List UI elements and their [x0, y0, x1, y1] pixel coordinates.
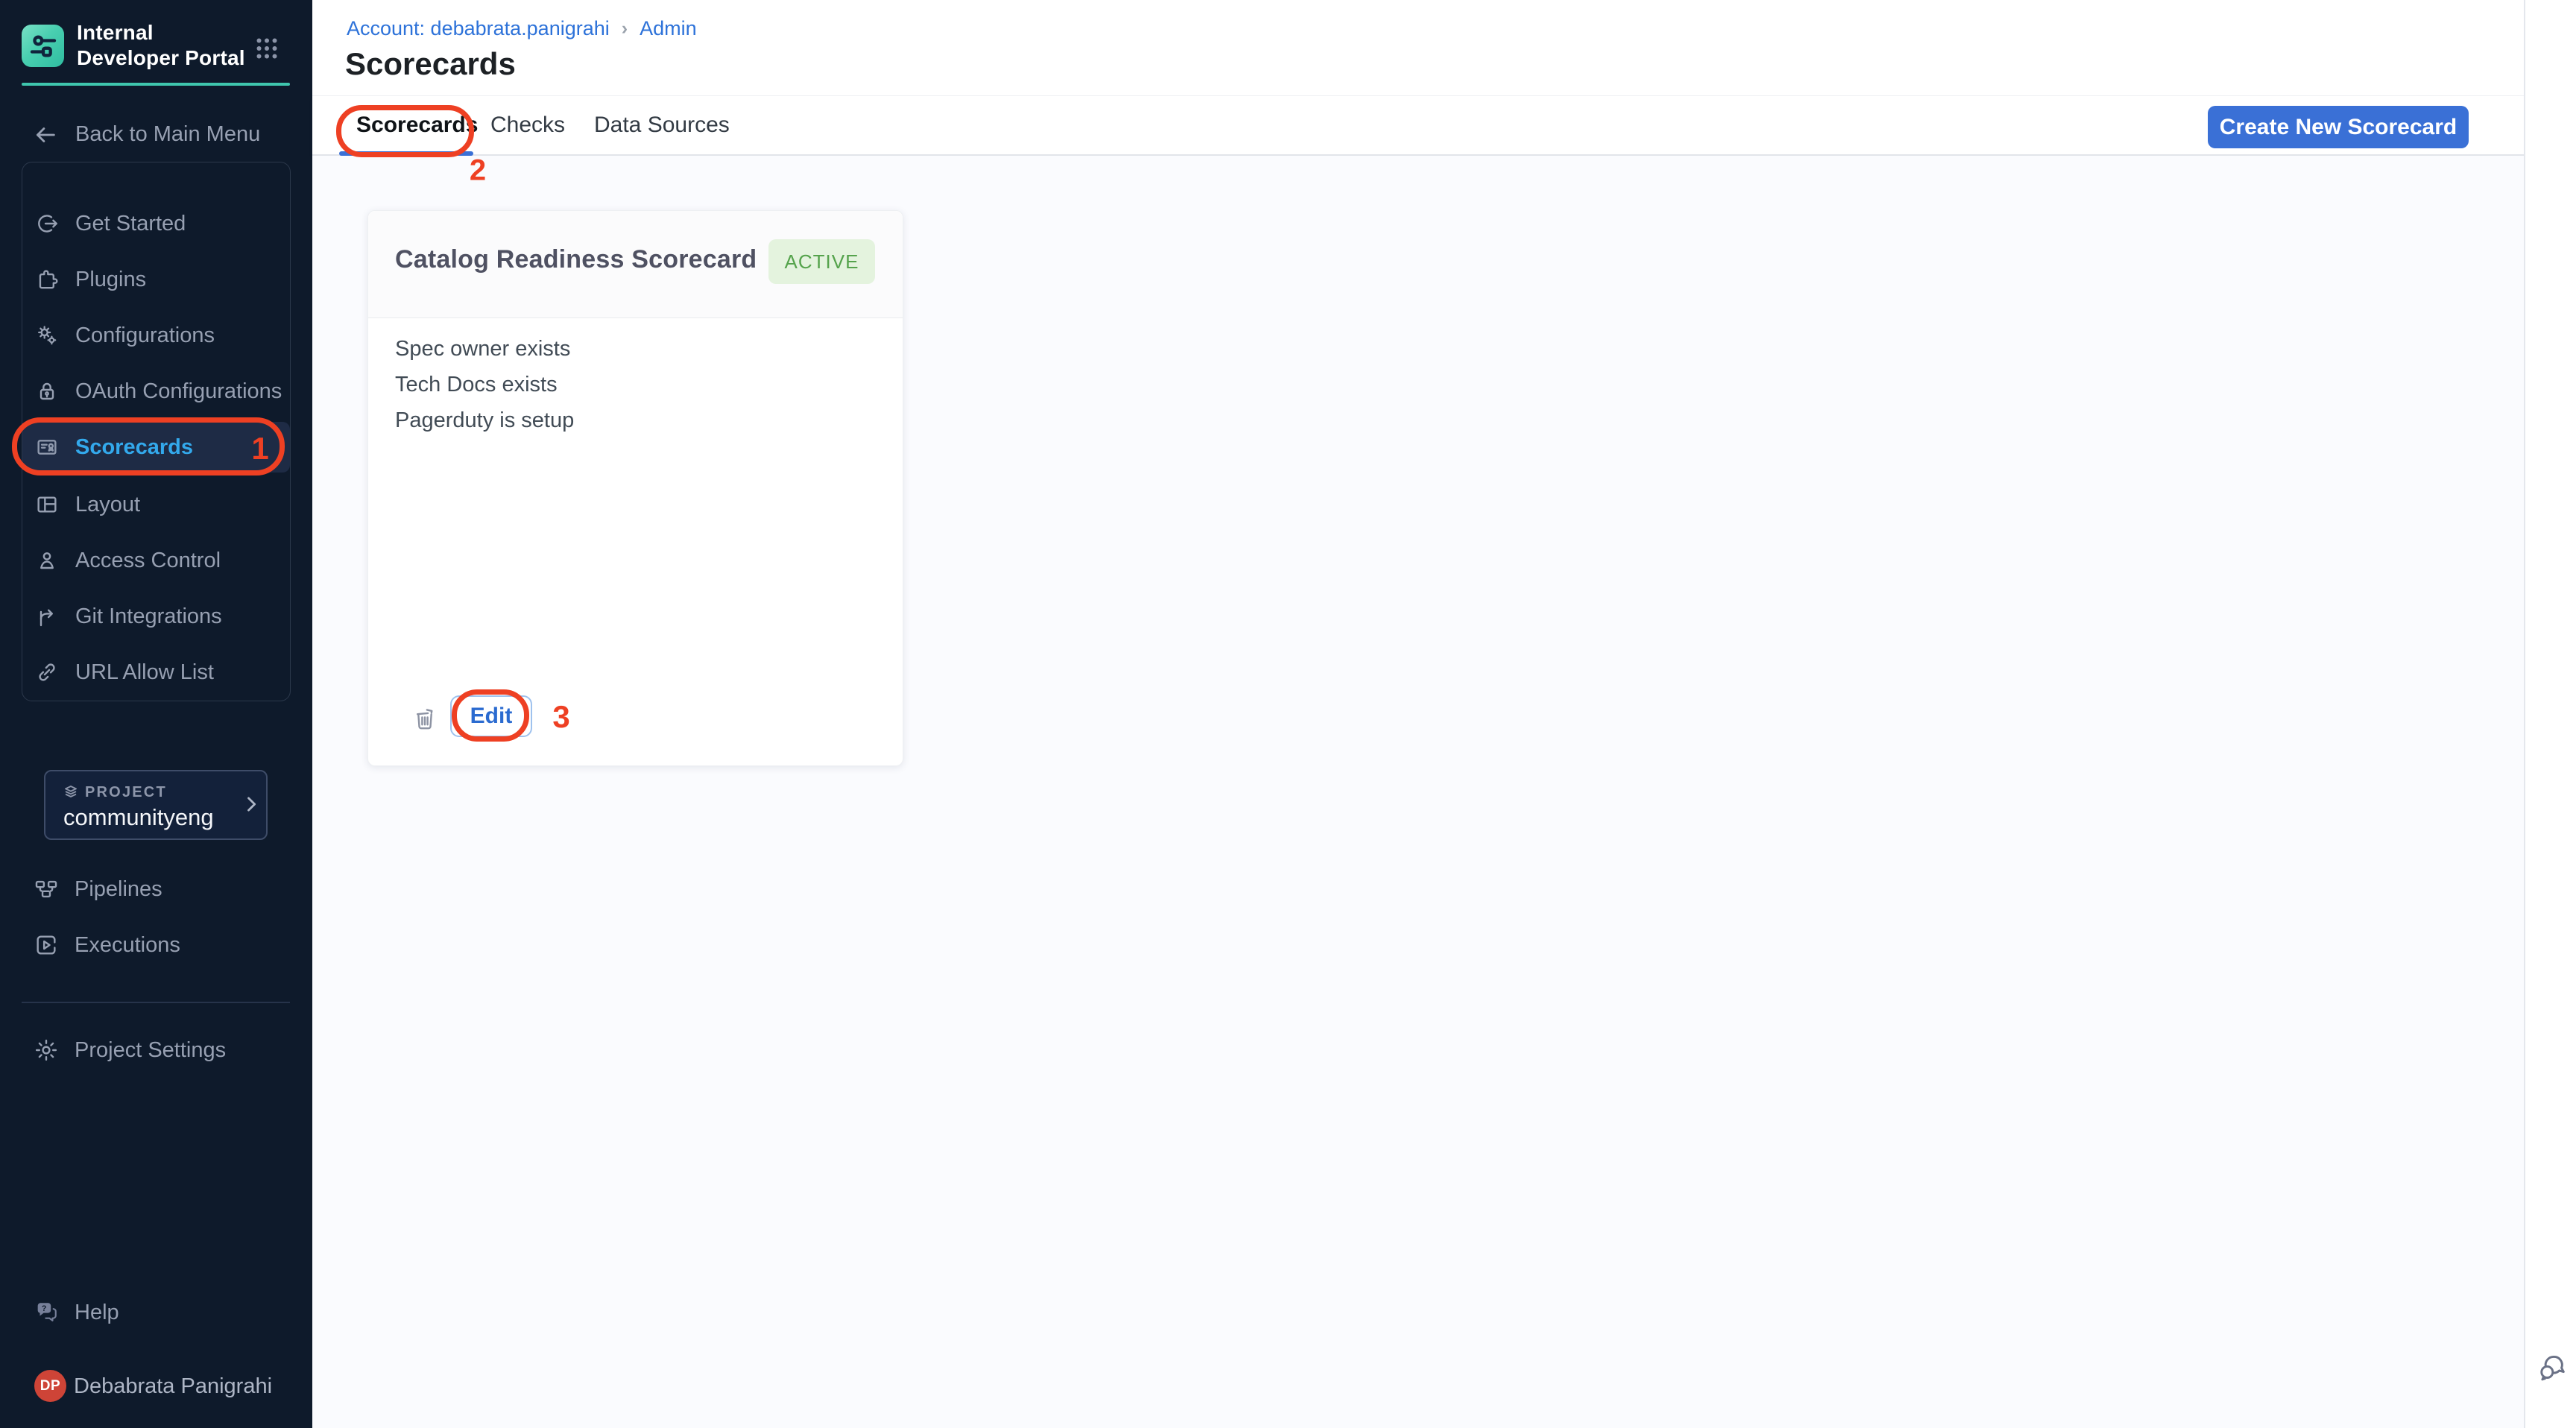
- trash-icon: [411, 705, 438, 732]
- executions-play-icon: [34, 932, 59, 958]
- breadcrumb-account-link[interactable]: Account: debabrata.panigrahi: [347, 17, 610, 40]
- back-to-main-menu-label: Back to Main Menu: [75, 122, 260, 147]
- oauth-lock-icon: [34, 379, 60, 404]
- sidebar-item-configurations[interactable]: Configurations: [22, 308, 290, 363]
- sidebar-item-executions[interactable]: Executions: [22, 917, 289, 973]
- sidebar-item-label: Configurations: [75, 323, 215, 348]
- brand-divider: [22, 83, 290, 86]
- layout-icon: [34, 492, 60, 517]
- tab-data-sources[interactable]: Data Sources: [594, 96, 730, 154]
- create-new-scorecard-button[interactable]: Create New Scorecard: [2208, 106, 2469, 148]
- page-header: Account: debabrata.panigrahi › Admin Sco…: [312, 0, 2524, 96]
- app-window: Internal Developer Portal Back to Main M…: [0, 0, 2576, 1428]
- project-selector-label: PROJECT: [85, 784, 167, 801]
- check-item: Tech Docs exists: [395, 372, 574, 397]
- idp-logo-icon: [22, 25, 64, 67]
- arrow-left-icon: [33, 122, 58, 148]
- plugins-icon: [34, 267, 60, 292]
- check-item: Spec owner exists: [395, 336, 574, 361]
- sidebar-item-label: Git Integrations: [75, 604, 222, 629]
- sidebar-item-label: Executions: [75, 933, 180, 958]
- tab-label: Data Sources: [594, 113, 730, 138]
- delete-scorecard-button[interactable]: [410, 704, 440, 734]
- sidebar-item-pipelines[interactable]: Pipelines: [22, 862, 289, 917]
- sidebar-item-help[interactable]: ? Help: [22, 1285, 289, 1340]
- git-branch-icon: [34, 604, 60, 629]
- project-name: communityeng: [63, 804, 214, 831]
- grid-dots-icon[interactable]: [253, 35, 280, 62]
- tab-checks[interactable]: Checks: [490, 96, 565, 154]
- content-area: Catalog Readiness Scorecard ACTIVE Spec …: [312, 156, 2524, 1428]
- project-selector[interactable]: PROJECT communityeng: [44, 770, 268, 840]
- sidebar-item-label: Help: [75, 1301, 119, 1325]
- access-control-user-icon: [34, 548, 60, 573]
- sidebar-item-label: URL Allow List: [75, 660, 214, 685]
- chevron-right-icon: [241, 794, 262, 815]
- back-to-main-menu[interactable]: Back to Main Menu: [22, 118, 290, 151]
- scorecard-title: Catalog Readiness Scorecard: [395, 245, 757, 274]
- sidebar-item-label: OAuth Configurations: [75, 379, 282, 404]
- edit-scorecard-button[interactable]: Edit: [450, 695, 532, 737]
- support-rail: [2524, 0, 2576, 1428]
- tab-label: Scorecards: [356, 113, 478, 138]
- page-title: Scorecards: [345, 46, 516, 82]
- sidebar-item-label: Scorecards: [75, 435, 193, 460]
- sidebar-item-project-settings[interactable]: Project Settings: [22, 1023, 289, 1078]
- breadcrumb-admin-link[interactable]: Admin: [640, 17, 697, 40]
- tab-label: Checks: [490, 113, 565, 138]
- sidebar-item-label: Access Control: [75, 549, 221, 573]
- tab-bar: Scorecards Checks Data Sources Create Ne…: [312, 96, 2524, 156]
- sidebar-item-git-integrations[interactable]: Git Integrations: [22, 589, 290, 644]
- pipelines-icon: [34, 876, 59, 902]
- chat-bubbles-icon[interactable]: [2536, 1350, 2569, 1383]
- layers-icon: [62, 783, 80, 801]
- app-title: Internal Developer Portal: [77, 20, 259, 71]
- configurations-gears-icon: [34, 323, 60, 348]
- sidebar-item-get-started[interactable]: Get Started: [22, 196, 290, 251]
- get-started-icon: [34, 211, 60, 236]
- user-avatar[interactable]: DP: [34, 1370, 66, 1402]
- sidebar-item-label: Plugins: [75, 268, 146, 292]
- sidebar-item-url-allow-list[interactable]: URL Allow List: [22, 645, 290, 700]
- sidebar-item-label: Project Settings: [75, 1038, 226, 1063]
- status-badge: ACTIVE: [768, 239, 875, 284]
- sidebar-item-scorecards[interactable]: Scorecards: [22, 422, 290, 473]
- sidebar-item-plugins[interactable]: Plugins: [22, 252, 290, 307]
- svg-text:?: ?: [42, 1304, 46, 1313]
- link-icon: [34, 660, 60, 685]
- user-name[interactable]: Debabrata Panigrahi: [74, 1374, 272, 1399]
- sidebar-divider: [22, 1002, 290, 1003]
- gear-icon: [34, 1037, 59, 1063]
- sidebar-item-layout[interactable]: Layout: [22, 477, 290, 532]
- scorecards-card-icon: [34, 435, 60, 460]
- sidebar-item-label: Pipelines: [75, 877, 162, 902]
- sidebar-item-oauth-configurations[interactable]: OAuth Configurations: [22, 364, 290, 419]
- check-list: Spec owner exists Tech Docs exists Pager…: [395, 336, 574, 443]
- sidebar-item-label: Get Started: [75, 212, 186, 236]
- sidebar: Internal Developer Portal Back to Main M…: [0, 0, 312, 1428]
- breadcrumb: Account: debabrata.panigrahi › Admin: [347, 17, 697, 40]
- help-chat-icon: ?: [34, 1300, 59, 1325]
- main-area: Account: debabrata.panigrahi › Admin Sco…: [312, 0, 2524, 1428]
- check-item: Pagerduty is setup: [395, 408, 574, 433]
- tab-scorecards[interactable]: Scorecards: [356, 96, 478, 154]
- scorecard-card: Catalog Readiness Scorecard ACTIVE Spec …: [367, 210, 903, 766]
- breadcrumb-separator-icon: ›: [622, 18, 628, 40]
- sidebar-item-access-control[interactable]: Access Control: [22, 533, 290, 588]
- sidebar-item-label: Layout: [75, 493, 140, 517]
- scorecard-card-header: Catalog Readiness Scorecard ACTIVE: [368, 211, 903, 318]
